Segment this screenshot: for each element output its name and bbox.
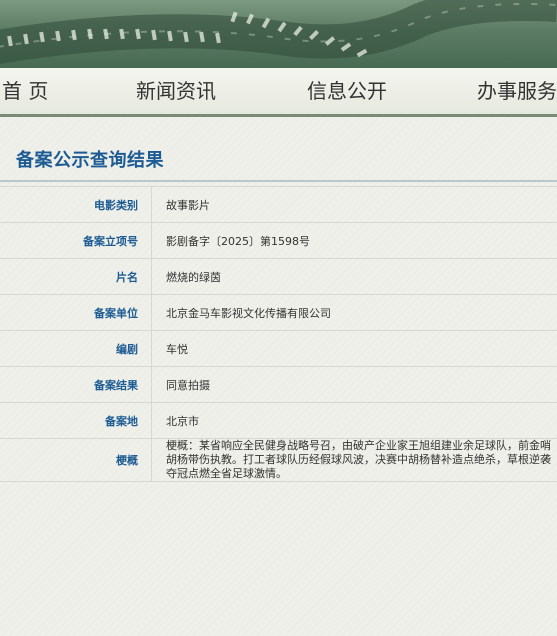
field-label: 片名 <box>0 258 152 295</box>
table-row: 片名 燃烧的绿茵 <box>0 258 557 295</box>
field-value: 影剧备字〔2025〕第1598号 <box>151 222 557 259</box>
field-value: 北京市 <box>151 402 557 439</box>
field-label: 编剧 <box>0 330 152 367</box>
field-label: 梗概 <box>0 438 152 482</box>
nav-news[interactable]: 新闻资讯 <box>136 68 216 114</box>
synopsis-text: 梗概：某省响应全民健身战略号召，由破产企业家王旭组建业余足球队，前金哨胡杨带伤执… <box>166 439 551 480</box>
table-row: 备案结果 同意拍摄 <box>0 366 557 403</box>
header-banner <box>0 0 557 68</box>
field-label: 备案立项号 <box>0 222 152 259</box>
field-value: 北京金马车影视文化传播有限公司 <box>151 294 557 331</box>
title-divider <box>0 180 557 182</box>
record-table: 电影类别 故事影片 备案立项号 影剧备字〔2025〕第1598号 片名 燃烧的绿… <box>0 186 557 482</box>
table-row: 备案地 北京市 <box>0 402 557 439</box>
film-strip-graphic <box>0 0 557 64</box>
table-row: 编剧 车悦 <box>0 330 557 367</box>
table-row: 电影类别 故事影片 <box>0 186 557 223</box>
field-label: 备案结果 <box>0 366 152 403</box>
page-title: 备案公示查询结果 <box>16 150 164 171</box>
field-value: 同意拍摄 <box>151 366 557 403</box>
field-label: 电影类别 <box>0 186 152 223</box>
table-row: 备案立项号 影剧备字〔2025〕第1598号 <box>0 222 557 259</box>
field-value: 梗概：某省响应全民健身战略号召，由破产企业家王旭组建业余足球队，前金哨胡杨带伤执… <box>151 438 557 482</box>
field-label: 备案地 <box>0 402 152 439</box>
field-value: 车悦 <box>151 330 557 367</box>
table-row: 备案单位 北京金马车影视文化传播有限公司 <box>0 294 557 331</box>
nav-home[interactable]: 首 页 <box>2 68 48 114</box>
main-nav: 首 页 新闻资讯 信息公开 办事服务 <box>0 68 557 117</box>
field-value: 故事影片 <box>151 186 557 223</box>
field-value: 燃烧的绿茵 <box>151 258 557 295</box>
nav-services[interactable]: 办事服务 <box>477 68 557 114</box>
table-row: 梗概 梗概：某省响应全民健身战略号召，由破产企业家王旭组建业余足球队，前金哨胡杨… <box>0 438 557 482</box>
field-label: 备案单位 <box>0 294 152 331</box>
nav-info-disclosure[interactable]: 信息公开 <box>307 68 387 114</box>
